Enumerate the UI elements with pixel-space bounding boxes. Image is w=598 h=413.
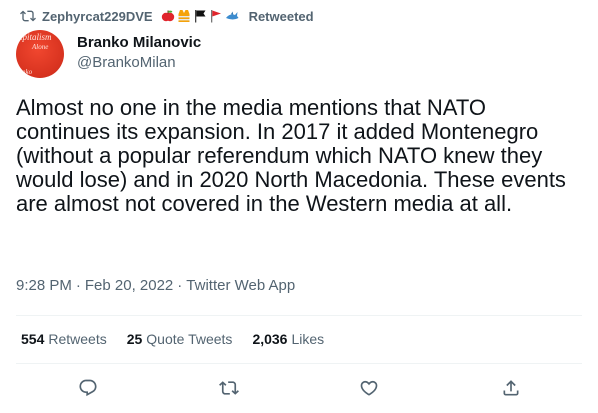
quote-tweets-count: 25 bbox=[126, 331, 143, 347]
heart-icon bbox=[360, 380, 378, 396]
retweeted-label: Retweeted bbox=[248, 8, 314, 24]
retweet-icon bbox=[219, 381, 239, 395]
tweet-date[interactable]: Feb 20, 2022 bbox=[85, 277, 173, 294]
retweets-label: Retweets bbox=[48, 331, 107, 347]
shark-icon bbox=[225, 11, 239, 20]
avatar-text: apitalism bbox=[18, 32, 52, 42]
share-button[interactable] bbox=[499, 376, 523, 400]
quote-tweets-stat[interactable]: 25 Quote Tweets bbox=[127, 331, 233, 347]
meta-separator: · bbox=[177, 277, 183, 294]
divider bbox=[16, 363, 582, 364]
retweet-button[interactable] bbox=[217, 376, 241, 400]
retweets-count: 554 bbox=[21, 331, 45, 347]
divider bbox=[16, 315, 582, 316]
author-handle[interactable]: @BrankoMilan bbox=[77, 54, 176, 71]
quote-tweets-label: Quote Tweets bbox=[146, 331, 233, 347]
meta-separator: · bbox=[75, 277, 81, 294]
red-flag-icon bbox=[210, 10, 221, 23]
reply-icon bbox=[79, 379, 97, 397]
vest-icon bbox=[178, 10, 190, 22]
tweet-actions bbox=[0, 376, 598, 402]
retweeter-name[interactable]: Zephyrcat229DVE bbox=[42, 9, 153, 24]
share-icon bbox=[503, 380, 519, 396]
tweet-text: Almost no one in the media mentions that… bbox=[16, 95, 566, 216]
black-flag-icon bbox=[194, 10, 206, 23]
likes-stat[interactable]: 2,036 Likes bbox=[252, 331, 324, 347]
retweeter-emojis bbox=[161, 9, 239, 23]
likes-count: 2,036 bbox=[252, 331, 288, 347]
like-button[interactable] bbox=[357, 376, 381, 400]
retweets-stat[interactable]: 554 Retweets bbox=[21, 331, 107, 347]
avatar-text: nko bbox=[22, 68, 33, 76]
retweet-icon bbox=[20, 10, 36, 22]
author-name[interactable]: Branko Milanovic bbox=[77, 34, 201, 51]
avatar[interactable]: apitalism Alone nko bbox=[16, 30, 64, 78]
tweet-meta: 9:28 PM · Feb 20, 2022 · Twitter Web App bbox=[16, 277, 295, 294]
apple-icon bbox=[161, 10, 174, 22]
likes-label: Likes bbox=[291, 331, 325, 347]
tweet-source[interactable]: Twitter Web App bbox=[186, 277, 295, 294]
avatar-text: Alone bbox=[32, 43, 49, 51]
reply-button[interactable] bbox=[76, 376, 100, 400]
tweet-time[interactable]: 9:28 PM bbox=[16, 277, 72, 294]
tweet-stats: 554 Retweets 25 Quote Tweets 2,036 Likes bbox=[21, 331, 324, 347]
retweeted-by-bar: Zephyrcat229DVE Retweeted bbox=[20, 6, 314, 26]
